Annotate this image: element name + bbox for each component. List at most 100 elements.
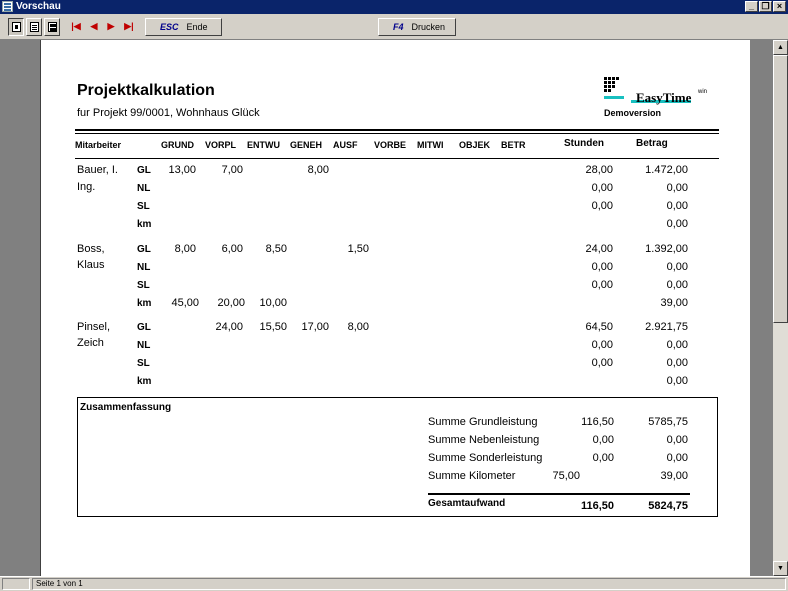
employee-name-line2: Klaus bbox=[77, 259, 105, 271]
first-page-icon[interactable]: |◀ bbox=[69, 18, 83, 34]
row-type: km bbox=[137, 219, 152, 230]
vertical-scrollbar[interactable]: ▲ ▼ bbox=[773, 40, 788, 576]
logo-dot-grid bbox=[604, 77, 620, 93]
scroll-down-icon[interactable]: ▼ bbox=[773, 561, 788, 576]
preview-area: Projektkalkulation fur Projekt 99/0001, … bbox=[0, 40, 773, 576]
previous-page-icon[interactable]: ◀ bbox=[87, 18, 101, 34]
col-header-stunden: Stunden bbox=[564, 138, 604, 149]
col-header-mitarbeiter: Mitarbeiter bbox=[75, 140, 122, 150]
summary-betrag: 39,00 bbox=[660, 470, 688, 482]
cell-stunden: 0,00 bbox=[591, 279, 613, 291]
row-type: NL bbox=[137, 183, 151, 194]
total-betrag: 5824,75 bbox=[648, 500, 688, 512]
cell-stunden: 0,00 bbox=[591, 339, 613, 351]
row-type: NL bbox=[137, 262, 151, 273]
header-bottom-rule bbox=[75, 158, 719, 159]
maximize-button[interactable]: ❐ bbox=[759, 1, 772, 12]
cell-vorpl: 24,00 bbox=[215, 321, 243, 333]
cell-ausf: 8,00 bbox=[347, 321, 369, 333]
col-header-vorbe: VORBE bbox=[374, 140, 407, 150]
cell-stunden: 24,00 bbox=[585, 243, 613, 255]
cell-betrag: 0,00 bbox=[666, 182, 688, 194]
cell-betrag: 1.472,00 bbox=[645, 164, 688, 176]
cell-stunden: 28,00 bbox=[585, 164, 613, 176]
cell-betrag: 0,00 bbox=[666, 279, 688, 291]
col-header-entwu: ENTWU bbox=[247, 140, 280, 150]
minimize-button[interactable]: _ bbox=[745, 1, 758, 12]
employee-name: Boss, bbox=[77, 243, 105, 255]
last-page-icon[interactable]: ▶| bbox=[122, 18, 136, 34]
list-view-button[interactable] bbox=[26, 18, 42, 36]
row-type: GL bbox=[137, 322, 151, 333]
cell-grund: 13,00 bbox=[168, 164, 196, 176]
employee-name-line2: Ing. bbox=[77, 181, 96, 193]
single-page-view-button[interactable] bbox=[8, 18, 24, 36]
row-type: SL bbox=[137, 201, 150, 212]
cell-betrag: 0,00 bbox=[666, 261, 688, 273]
status-bar: Seite 1 von 1 bbox=[0, 576, 788, 591]
cell-ausf: 1,50 bbox=[347, 243, 369, 255]
cell-vorpl: 6,00 bbox=[221, 243, 243, 255]
summary-label: Summe Nebenleistung bbox=[428, 434, 540, 446]
cell-vorpl: 7,00 bbox=[221, 164, 243, 176]
status-panel-empty bbox=[2, 578, 30, 590]
cell-betrag: 0,00 bbox=[666, 200, 688, 212]
cell-betrag: 39,00 bbox=[660, 297, 688, 309]
summary-stunden: 116,50 bbox=[581, 416, 614, 428]
list-icon bbox=[30, 22, 39, 32]
multi-page-view-button[interactable] bbox=[44, 18, 60, 36]
summary-label: Summe Kilometer bbox=[428, 470, 516, 482]
single-page-icon bbox=[12, 22, 21, 32]
cell-entwu: 10,00 bbox=[259, 297, 287, 309]
summary-betrag: 5785,75 bbox=[648, 416, 688, 428]
employee-name: Pinsel, bbox=[77, 321, 111, 333]
total-label: Gesamtaufwand bbox=[428, 498, 506, 509]
row-type: km bbox=[137, 376, 152, 387]
close-preview-button[interactable]: ESC Ende bbox=[145, 18, 222, 36]
report-subtitle: fur Projekt 99/0001, Wohnhaus Glück bbox=[77, 107, 260, 119]
scroll-up-icon[interactable]: ▲ bbox=[773, 40, 788, 55]
cell-stunden: 64,50 bbox=[585, 321, 613, 333]
end-label: Ende bbox=[186, 22, 208, 32]
f4-key-label: F4 bbox=[393, 22, 404, 32]
summary-stunden: 0,00 bbox=[592, 452, 614, 464]
col-header-geneh: GENEH bbox=[290, 140, 323, 150]
cell-betrag: 0,00 bbox=[666, 375, 688, 387]
summary-km: 75,00 bbox=[552, 470, 580, 482]
app-icon bbox=[2, 1, 13, 12]
scroll-thumb[interactable] bbox=[773, 55, 788, 323]
cell-grund: 45,00 bbox=[171, 297, 199, 309]
header-top-rule bbox=[75, 129, 719, 131]
cell-stunden: 0,00 bbox=[591, 182, 613, 194]
page-indicator: Seite 1 von 1 bbox=[32, 578, 786, 590]
row-type: SL bbox=[137, 280, 150, 291]
cell-stunden: 0,00 bbox=[591, 357, 613, 369]
summary-stunden: 0,00 bbox=[592, 434, 614, 446]
window-title-bar: Vorschau _ ❐ × bbox=[0, 0, 788, 14]
close-button[interactable]: × bbox=[773, 1, 786, 12]
cell-betrag: 2.921,75 bbox=[645, 321, 688, 333]
summary-betrag: 0,00 bbox=[666, 434, 688, 446]
summary-betrag: 0,00 bbox=[666, 452, 688, 464]
col-header-betrag: Betrag bbox=[636, 138, 668, 149]
print-button[interactable]: F4 Drucken bbox=[378, 18, 456, 36]
summary-title: Zusammenfassung bbox=[80, 402, 172, 413]
logo-text: EasyTime bbox=[636, 90, 692, 105]
report-page: Projektkalkulation fur Projekt 99/0001, … bbox=[40, 40, 750, 576]
col-header-mitwi: MITWI bbox=[417, 140, 444, 150]
cell-stunden: 0,00 bbox=[591, 261, 613, 273]
cell-betrag: 1.392,00 bbox=[645, 243, 688, 255]
col-header-objek: OBJEK bbox=[459, 140, 491, 150]
row-type: SL bbox=[137, 358, 150, 369]
window-title: Vorschau bbox=[16, 1, 61, 12]
cell-entwu: 8,50 bbox=[265, 243, 287, 255]
next-page-icon[interactable]: ▶ bbox=[104, 18, 118, 34]
print-label: Drucken bbox=[411, 22, 446, 32]
employee-name-line2: Zeich bbox=[77, 337, 104, 349]
summary-label: Summe Sonderleistung bbox=[428, 452, 543, 464]
cell-geneh: 8,00 bbox=[307, 164, 329, 176]
employee-name: Bauer, I. bbox=[77, 164, 118, 176]
col-header-ausf: AUSF bbox=[333, 140, 358, 150]
header-top-rule-thin bbox=[75, 133, 719, 134]
row-type: NL bbox=[137, 340, 151, 351]
